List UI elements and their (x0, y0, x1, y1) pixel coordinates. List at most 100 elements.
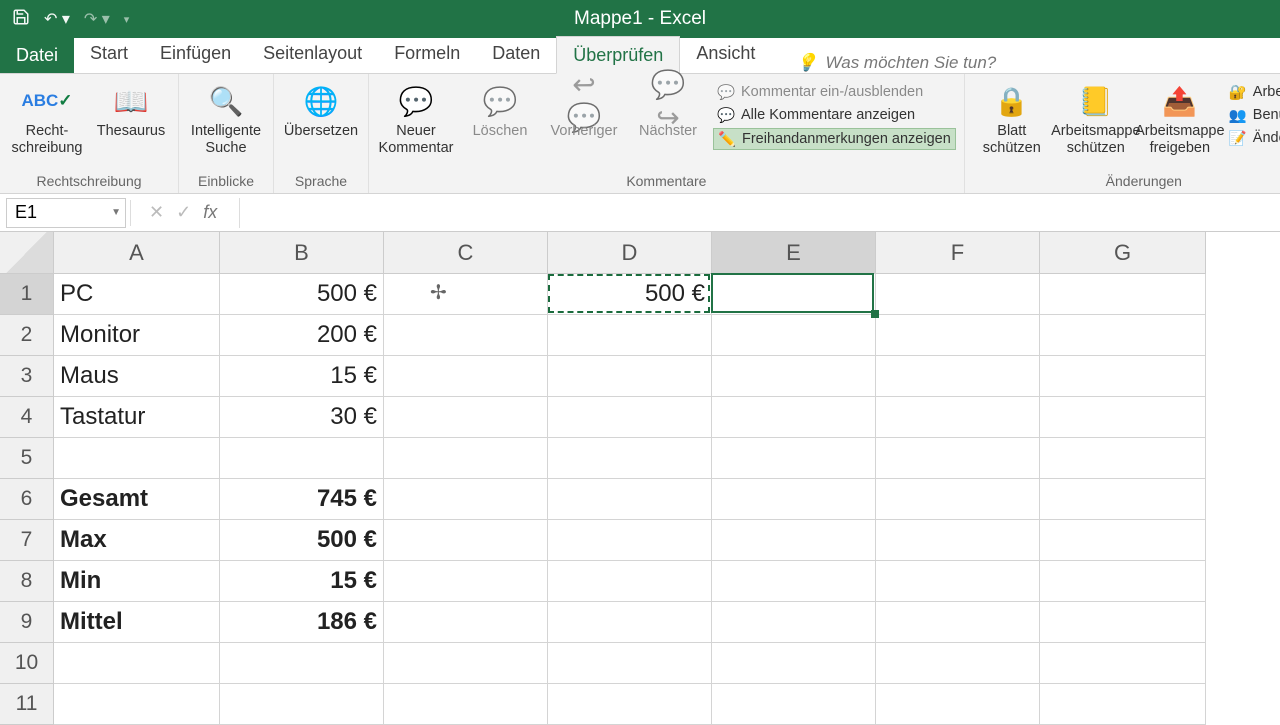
tab-einfügen[interactable]: Einfügen (144, 35, 247, 73)
qat-customize-icon[interactable]: ▾ (124, 13, 130, 26)
spellcheck-button[interactable]: ABC✓ Recht- schreibung (8, 78, 86, 160)
prev-comment-button[interactable]: ↩💬 Vorheriger (545, 78, 623, 144)
cell-B9[interactable]: 186 € (220, 602, 384, 643)
thesaurus-button[interactable]: 📖 Thesaurus (92, 78, 170, 144)
fx-icon[interactable]: fx (203, 202, 217, 223)
cell-B2[interactable]: 200 € (220, 315, 384, 356)
delete-comment-button[interactable]: 💬 Löschen (461, 78, 539, 144)
cell-G6[interactable] (1040, 479, 1206, 520)
cell-G2[interactable] (1040, 315, 1206, 356)
cell-G11[interactable] (1040, 684, 1206, 725)
cell-A11[interactable] (54, 684, 220, 725)
cell-D4[interactable] (548, 397, 712, 438)
fill-handle[interactable] (871, 310, 879, 318)
cell-D10[interactable] (548, 643, 712, 684)
new-comment-button[interactable]: 💬 Neuer Kommentar (377, 78, 455, 160)
save-icon[interactable] (12, 8, 30, 31)
tab-start[interactable]: Start (74, 35, 144, 73)
cell-E5[interactable] (712, 438, 876, 479)
cell-C6[interactable] (384, 479, 548, 520)
cell-F2[interactable] (876, 315, 1040, 356)
cell-E8[interactable] (712, 561, 876, 602)
cell-C3[interactable] (384, 356, 548, 397)
cell-G3[interactable] (1040, 356, 1206, 397)
cell-G10[interactable] (1040, 643, 1206, 684)
row-header-8[interactable]: 8 (0, 561, 54, 602)
cell-B1[interactable]: 500 € (220, 274, 384, 315)
cell-G8[interactable] (1040, 561, 1206, 602)
cell-A4[interactable]: Tastatur (54, 397, 220, 438)
cell-A10[interactable] (54, 643, 220, 684)
cell-C8[interactable] (384, 561, 548, 602)
cell-E2[interactable] (712, 315, 876, 356)
cell-G5[interactable] (1040, 438, 1206, 479)
cell-E9[interactable] (712, 602, 876, 643)
tab-file[interactable]: Datei (0, 37, 74, 73)
cell-F11[interactable] (876, 684, 1040, 725)
cell-G9[interactable] (1040, 602, 1206, 643)
cell-E6[interactable] (712, 479, 876, 520)
cell-E11[interactable] (712, 684, 876, 725)
cell-A8[interactable]: Min (54, 561, 220, 602)
redo-icon[interactable]: ↷ ▾ (84, 9, 110, 29)
cell-C7[interactable] (384, 520, 548, 561)
cell-F3[interactable] (876, 356, 1040, 397)
cell-A7[interactable]: Max (54, 520, 220, 561)
row-header-10[interactable]: 10 (0, 643, 54, 684)
chevron-down-icon[interactable]: ▼ (111, 207, 121, 218)
protect-sheet-button[interactable]: 🔒 Blatt schützen (973, 78, 1051, 160)
cell-C9[interactable] (384, 602, 548, 643)
formula-input[interactable] (239, 198, 1280, 228)
row-header-3[interactable]: 3 (0, 356, 54, 397)
toggle-comment-button[interactable]: 💬 Kommentar ein-/ausblenden (713, 82, 956, 102)
undo-icon[interactable]: ↶ ▾ (44, 9, 70, 29)
cell-C5[interactable] (384, 438, 548, 479)
cell-D7[interactable] (548, 520, 712, 561)
row-header-11[interactable]: 11 (0, 684, 54, 725)
col-header-C[interactable]: C (384, 232, 548, 274)
col-header-D[interactable]: D (548, 232, 712, 274)
cell-F5[interactable] (876, 438, 1040, 479)
cell-D9[interactable] (548, 602, 712, 643)
cell-E1[interactable] (712, 274, 876, 315)
cell-F7[interactable] (876, 520, 1040, 561)
cell-B7[interactable]: 500 € (220, 520, 384, 561)
cell-D1[interactable]: 500 € (548, 274, 712, 315)
allow-users-button[interactable]: 👥 Benutzer (1225, 105, 1280, 125)
cell-G4[interactable] (1040, 397, 1206, 438)
row-header-1[interactable]: 1 (0, 274, 54, 315)
share-protect-button[interactable]: 🔐 Arbeitsm (1225, 82, 1280, 102)
cell-F8[interactable] (876, 561, 1040, 602)
protect-workbook-button[interactable]: 📒 Arbeitsmappe schützen (1057, 78, 1135, 160)
cell-A6[interactable]: Gesamt (54, 479, 220, 520)
cell-E3[interactable] (712, 356, 876, 397)
cell-F1[interactable] (876, 274, 1040, 315)
col-header-A[interactable]: A (54, 232, 220, 274)
cell-B4[interactable]: 30 € (220, 397, 384, 438)
cell-B6[interactable]: 745 € (220, 479, 384, 520)
cell-A5[interactable] (54, 438, 220, 479)
ink-annotations-button[interactable]: ✏️ Freihandanmerkungen anzeigen (713, 128, 956, 150)
tell-me-search[interactable]: 💡 Was möchten Sie tun? (796, 53, 996, 73)
row-header-7[interactable]: 7 (0, 520, 54, 561)
cell-A2[interactable]: Monitor (54, 315, 220, 356)
cell-D3[interactable] (548, 356, 712, 397)
tab-daten[interactable]: Daten (476, 35, 556, 73)
cell-C2[interactable] (384, 315, 548, 356)
cell-D5[interactable] (548, 438, 712, 479)
cell-F4[interactable] (876, 397, 1040, 438)
col-header-F[interactable]: F (876, 232, 1040, 274)
cell-E10[interactable] (712, 643, 876, 684)
col-header-G[interactable]: G (1040, 232, 1206, 274)
track-changes-button[interactable]: 📝 Änderun (1225, 128, 1280, 148)
row-header-9[interactable]: 9 (0, 602, 54, 643)
cell-B10[interactable] (220, 643, 384, 684)
cell-A9[interactable]: Mittel (54, 602, 220, 643)
row-header-4[interactable]: 4 (0, 397, 54, 438)
cell-D11[interactable] (548, 684, 712, 725)
row-header-5[interactable]: 5 (0, 438, 54, 479)
cell-C1[interactable] (384, 274, 548, 315)
cell-G1[interactable] (1040, 274, 1206, 315)
cell-G7[interactable] (1040, 520, 1206, 561)
cell-B5[interactable] (220, 438, 384, 479)
